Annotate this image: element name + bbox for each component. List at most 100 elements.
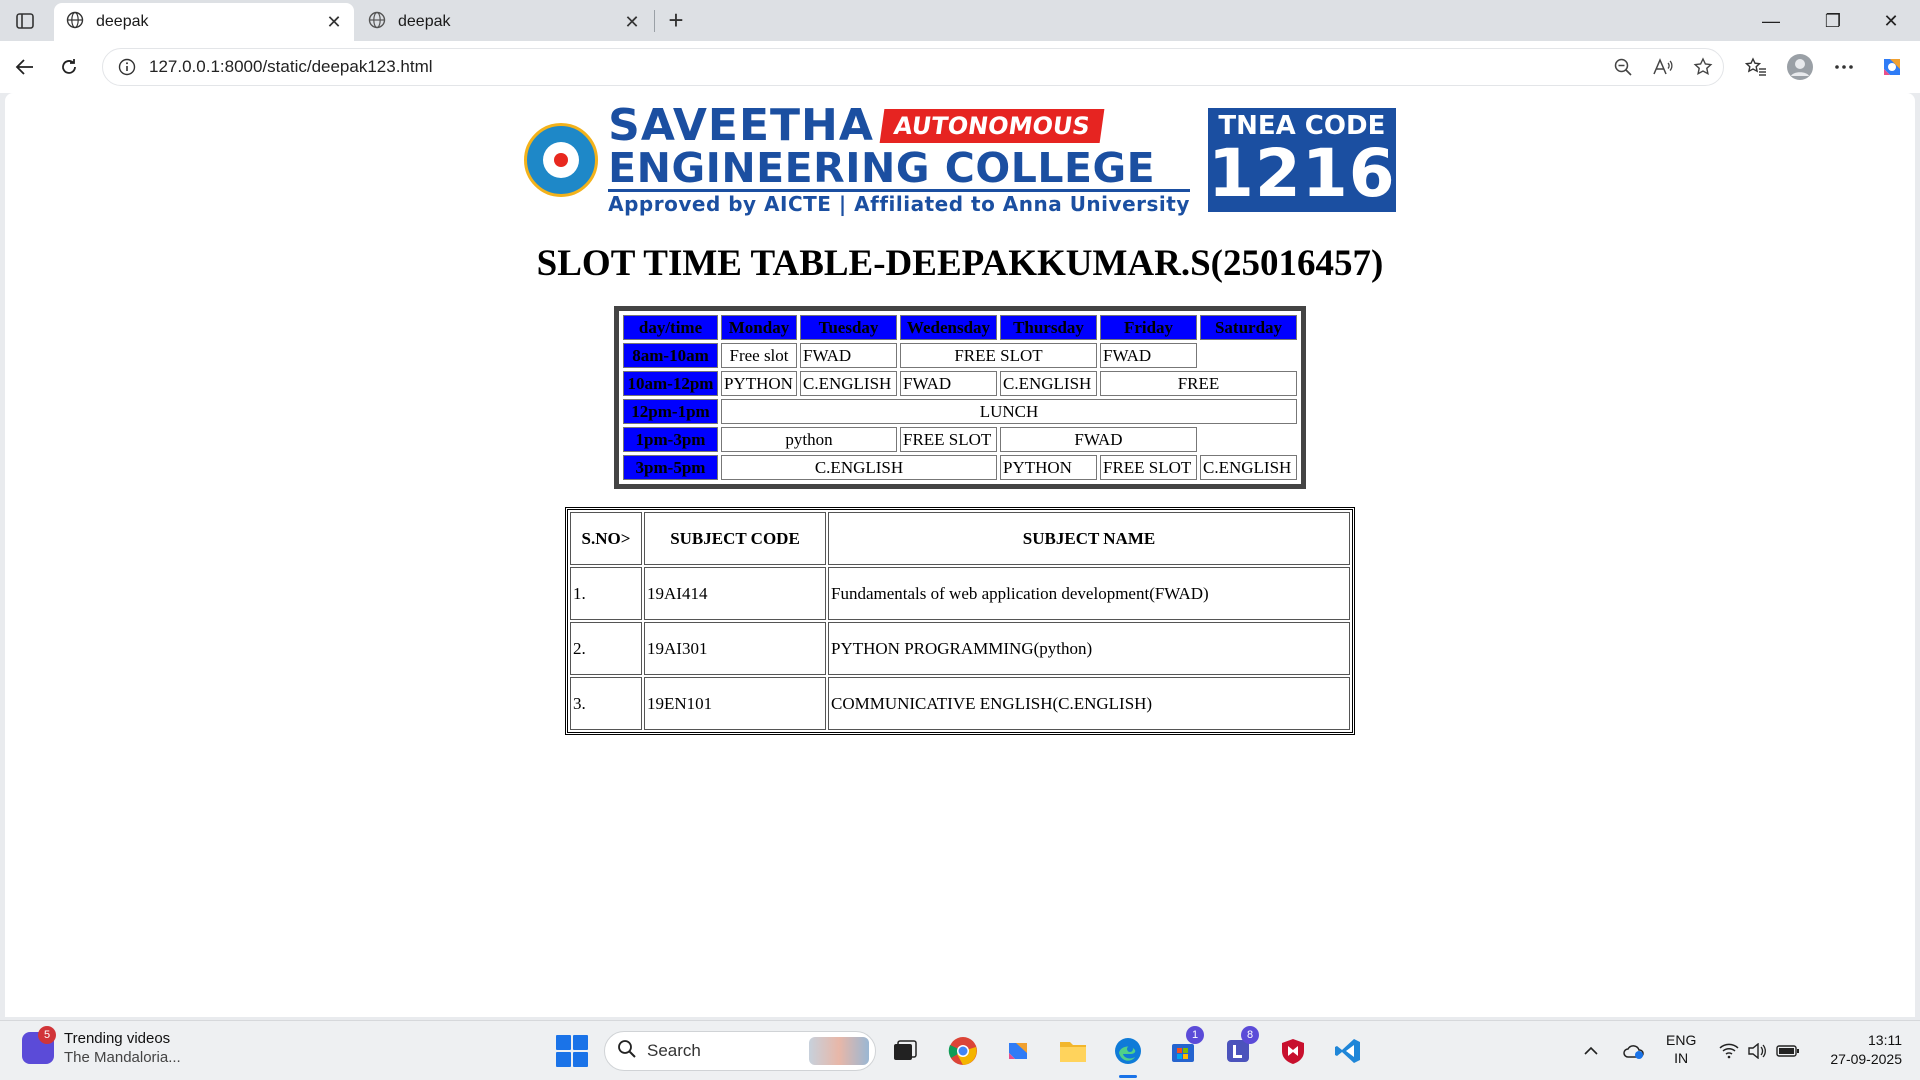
subject-name: PYTHON PROGRAMMING(python) bbox=[828, 622, 1350, 675]
widget-text: Trending videos The Mandaloria... bbox=[64, 1029, 181, 1067]
logo-row: SAVEETHA AUTONOMOUS bbox=[608, 99, 1190, 151]
favorites-icon[interactable] bbox=[1736, 50, 1776, 84]
teams-icon[interactable]: 8 bbox=[1219, 1026, 1259, 1070]
slot-cell: FREE SLOT bbox=[900, 343, 1097, 368]
back-arrow-icon[interactable] bbox=[8, 50, 42, 84]
clock-date: 27-09-2025 bbox=[1830, 1051, 1902, 1067]
header-saturday: Saturday bbox=[1200, 315, 1297, 340]
new-tab-button[interactable]: + bbox=[662, 5, 690, 35]
slot-cell: PYTHON bbox=[1000, 455, 1097, 480]
slot-cell: Free slot bbox=[721, 343, 797, 368]
college-seal-icon bbox=[524, 123, 599, 197]
edge-icon[interactable] bbox=[1109, 1032, 1147, 1078]
tab-deepak-inactive[interactable]: deepak ✕ bbox=[356, 3, 652, 41]
time-slot: 12pm-1pm bbox=[623, 399, 718, 424]
college-logo: SAVEETHA AUTONOMOUS ENGINEERING COLLEGE … bbox=[524, 99, 1396, 216]
vscode-icon[interactable] bbox=[1329, 1032, 1367, 1070]
volume-icon[interactable] bbox=[1744, 1037, 1770, 1065]
battery-icon[interactable] bbox=[1774, 1037, 1802, 1065]
onedrive-icon[interactable] bbox=[1620, 1037, 1648, 1065]
start-button-icon[interactable] bbox=[556, 1035, 588, 1067]
close-window-button[interactable]: ✕ bbox=[1866, 4, 1916, 38]
zoom-out-icon[interactable] bbox=[1603, 49, 1643, 85]
subject-name: Fundamentals of web application developm… bbox=[828, 567, 1350, 620]
timetable-row: 10am-12pm PYTHON C.ENGLISH FWAD C.ENGLIS… bbox=[623, 371, 1297, 396]
slot-cell: FWAD bbox=[1100, 343, 1197, 368]
microsoft-store-icon[interactable]: 1 bbox=[1164, 1026, 1204, 1070]
widgets-icon: 5 bbox=[22, 1026, 56, 1064]
timetable-row: 8am-10am Free slot FWAD FREE SLOT FWAD bbox=[623, 343, 1297, 368]
header-day-time: day/time bbox=[623, 315, 718, 340]
read-aloud-icon[interactable] bbox=[1643, 49, 1683, 85]
tab-divider bbox=[654, 10, 655, 32]
logo-name-line1: SAVEETHA bbox=[608, 99, 874, 151]
tnea-code-value: 1216 bbox=[1208, 135, 1396, 212]
subject-row: 1. 19AI414 Fundamentals of web applicati… bbox=[570, 567, 1350, 620]
more-options-icon[interactable] bbox=[1824, 50, 1864, 84]
page-title: SLOT TIME TABLE-DEEPAKKUMAR.S(25016457) bbox=[536, 243, 1384, 284]
mcafee-icon[interactable] bbox=[1274, 1032, 1312, 1070]
chevron-up-icon[interactable] bbox=[1578, 1037, 1604, 1065]
header-sno: S.NO> bbox=[570, 512, 642, 565]
slot-cell: FWAD bbox=[800, 343, 897, 368]
tab-deepak-active[interactable]: deepak ✕ bbox=[54, 3, 354, 41]
slot-cell: FWAD bbox=[1000, 427, 1197, 452]
tab-title: deepak bbox=[398, 13, 451, 30]
task-view-icon[interactable] bbox=[886, 1032, 924, 1070]
restore-button[interactable]: ❐ bbox=[1808, 4, 1858, 38]
store-badge: 1 bbox=[1186, 1026, 1204, 1044]
slot-cell: C.ENGLISH bbox=[800, 371, 897, 396]
tab-actions-icon[interactable] bbox=[10, 8, 40, 34]
system-clock[interactable]: 13:11 27-09-2025 bbox=[1812, 1031, 1902, 1069]
copilot-icon[interactable] bbox=[1872, 50, 1912, 84]
subject-header-row: S.NO> SUBJECT CODE SUBJECT NAME bbox=[570, 512, 1350, 565]
slot-cell: FREE bbox=[1100, 371, 1297, 396]
address-bar[interactable]: 127.0.0.1:8000/static/deepak123.html bbox=[102, 48, 1724, 86]
lunch-cell: LUNCH bbox=[721, 399, 1297, 424]
header-subject-name: SUBJECT NAME bbox=[828, 512, 1350, 565]
slot-cell: FWAD bbox=[900, 371, 997, 396]
subject-code: 19AI414 bbox=[644, 567, 826, 620]
subject-code: 19AI301 bbox=[644, 622, 826, 675]
timetable-row: 12pm-1pm LUNCH bbox=[623, 399, 1297, 424]
page-content: SAVEETHA AUTONOMOUS ENGINEERING COLLEGE … bbox=[5, 93, 1915, 735]
minimize-button[interactable]: — bbox=[1746, 4, 1796, 38]
close-tab-icon[interactable]: ✕ bbox=[322, 10, 346, 34]
slot-cell: C.ENGLISH bbox=[1200, 455, 1297, 480]
copilot-app-icon[interactable] bbox=[999, 1032, 1037, 1070]
url-text[interactable]: 127.0.0.1:8000/static/deepak123.html bbox=[149, 57, 1603, 77]
autonomous-badge: AUTONOMOUS bbox=[879, 108, 1104, 143]
time-slot: 8am-10am bbox=[623, 343, 718, 368]
chrome-icon[interactable] bbox=[944, 1032, 982, 1070]
profile-avatar-icon[interactable] bbox=[1780, 50, 1820, 84]
refresh-icon[interactable] bbox=[52, 50, 86, 84]
search-icon bbox=[617, 1039, 637, 1064]
subject-name: COMMUNICATIVE ENGLISH(C.ENGLISH) bbox=[828, 677, 1350, 730]
slot-cell: C.ENGLISH bbox=[1000, 371, 1097, 396]
logo-tagline: Approved by AICTE | Affiliated to Anna U… bbox=[608, 191, 1190, 216]
close-tab-icon[interactable]: ✕ bbox=[620, 10, 644, 34]
browser-tab-bar: deepak ✕ deepak ✕ + — ❐ ✕ bbox=[0, 0, 1920, 41]
slot-cell-empty bbox=[1200, 343, 1297, 368]
browser-toolbar: 127.0.0.1:8000/static/deepak123.html bbox=[0, 41, 1920, 93]
subject-row: 3. 19EN101 COMMUNICATIVE ENGLISH(C.ENGLI… bbox=[570, 677, 1350, 730]
active-app-indicator bbox=[1119, 1075, 1137, 1078]
logo-name-line2: ENGINEERING COLLEGE bbox=[608, 147, 1190, 192]
file-explorer-icon[interactable] bbox=[1054, 1032, 1092, 1070]
taskbar-search[interactable]: Search bbox=[604, 1031, 876, 1071]
slot-timetable: day/time Monday Tuesday Wedensday Thursd… bbox=[614, 306, 1306, 489]
news-widget[interactable]: 5 Trending videos The Mandaloria... bbox=[22, 1026, 181, 1067]
widget-subtitle: The Mandaloria... bbox=[64, 1049, 181, 1066]
header-thursday: Thursday bbox=[1000, 315, 1097, 340]
slot-cell: FREE SLOT bbox=[1100, 455, 1197, 480]
time-slot: 3pm-5pm bbox=[623, 455, 718, 480]
favorite-star-icon[interactable] bbox=[1683, 49, 1723, 85]
language-indicator[interactable]: ENG IN bbox=[1666, 1031, 1696, 1067]
subject-sno: 2. bbox=[570, 622, 642, 675]
wifi-icon[interactable] bbox=[1716, 1037, 1742, 1065]
timetable-header-row: day/time Monday Tuesday Wedensday Thursd… bbox=[623, 315, 1297, 340]
slot-cell: C.ENGLISH bbox=[721, 455, 997, 480]
site-info-icon[interactable] bbox=[109, 49, 145, 85]
timetable-row: 3pm-5pm C.ENGLISH PYTHON FREE SLOT C.ENG… bbox=[623, 455, 1297, 480]
logo-mark: SAVEETHA AUTONOMOUS ENGINEERING COLLEGE … bbox=[524, 99, 1190, 216]
